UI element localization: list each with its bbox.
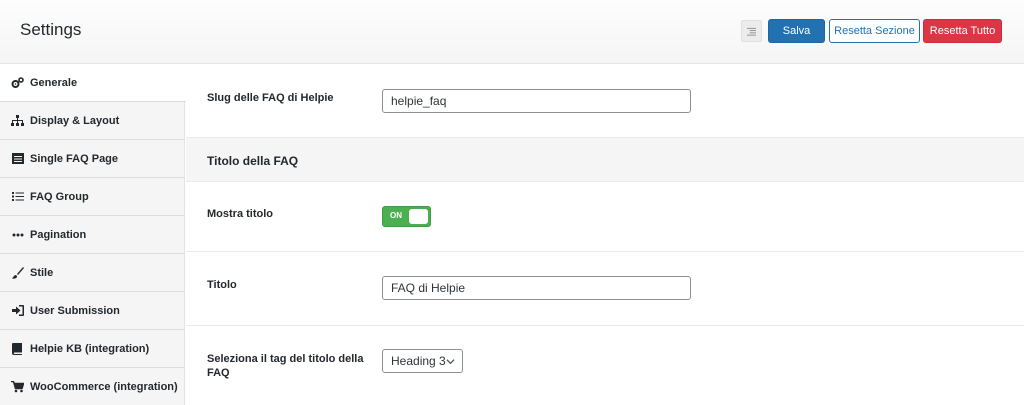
sidebar-item-generale[interactable]: Generale <box>0 64 186 102</box>
sidebar-item-helpie-kb[interactable]: Helpie KB (integration) <box>0 330 185 368</box>
sidebar-item-label: Single FAQ Page <box>30 152 119 165</box>
list-icon <box>747 27 756 36</box>
reset-all-button[interactable]: Resetta Tutto <box>923 19 1002 43</box>
select-value: Heading 3 <box>391 354 446 368</box>
slug-label: Slug delle FAQ di Helpie <box>207 92 334 104</box>
sidebar-item-label: Generale <box>30 76 78 89</box>
section-header-faq-title: Titolo della FAQ <box>186 138 1024 182</box>
title-tag-select[interactable]: Heading 3 <box>382 349 463 373</box>
sidebar-item-single-faq-page[interactable]: Single FAQ Page <box>0 140 185 178</box>
page-title: Settings <box>20 20 82 39</box>
list-icon <box>11 190 24 203</box>
paintbrush-icon <box>11 266 24 279</box>
field-row-slug: Slug delle FAQ di Helpie <box>186 64 1024 138</box>
title-input[interactable] <box>382 276 691 300</box>
title-tag-label: Seleziona il tag del titolo della FAQ <box>207 353 364 379</box>
sidebar-item-label: User Submission <box>30 304 120 317</box>
sidebar-item-label: FAQ Group <box>30 190 89 203</box>
sidebar-item-label: Pagination <box>30 228 87 241</box>
ellipsis-icon <box>11 228 24 241</box>
show-title-label: Mostra titolo <box>207 208 273 220</box>
settings-sidebar: Generale Display & Layout Single FAQ Pag… <box>0 64 186 405</box>
page-icon <box>11 152 24 165</box>
sidebar-item-woocommerce[interactable]: WooCommerce (integration) <box>0 368 185 405</box>
toggle-list-button[interactable] <box>741 20 762 42</box>
sign-in-icon <box>11 304 24 317</box>
chevron-down-icon <box>446 359 455 365</box>
field-row-title-tag: Seleziona il tag del titolo della FAQ He… <box>186 326 1024 405</box>
sidebar-item-label: WooCommerce (integration) <box>30 380 178 393</box>
sitemap-icon <box>11 114 24 127</box>
sidebar-item-label: Display & Layout <box>30 114 120 127</box>
sidebar-item-user-submission[interactable]: User Submission <box>0 292 185 330</box>
sidebar-item-label: Stile <box>30 266 54 279</box>
cogs-icon <box>11 76 24 89</box>
sidebar-item-stile[interactable]: Stile <box>0 254 185 292</box>
slug-input[interactable] <box>382 89 691 113</box>
sidebar-item-pagination[interactable]: Pagination <box>0 216 185 254</box>
sidebar-item-faq-group[interactable]: FAQ Group <box>0 178 185 216</box>
settings-content: Slug delle FAQ di Helpie Titolo della FA… <box>186 64 1024 405</box>
field-row-title: Titolo <box>186 252 1024 326</box>
cart-icon <box>11 380 24 393</box>
toggle-knob <box>409 209 428 224</box>
field-row-show-title: Mostra titolo ON <box>186 182 1024 252</box>
settings-header: Settings Salva Resetta Sezione Resetta T… <box>0 0 1024 64</box>
section-title: Titolo della FAQ <box>207 154 299 168</box>
book-icon <box>11 342 24 355</box>
toggle-state-text: ON <box>390 211 402 220</box>
sidebar-item-display-layout[interactable]: Display & Layout <box>0 102 185 140</box>
save-button[interactable]: Salva <box>768 19 825 43</box>
reset-section-button[interactable]: Resetta Sezione <box>829 19 920 43</box>
show-title-toggle[interactable]: ON <box>382 206 431 227</box>
sidebar-item-label: Helpie KB (integration) <box>30 342 150 355</box>
title-label: Titolo <box>207 279 237 291</box>
